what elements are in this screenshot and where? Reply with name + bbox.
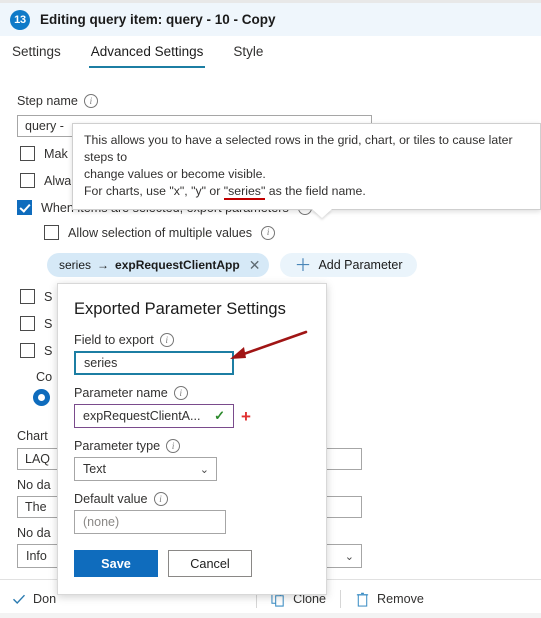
tab-advanced-settings[interactable]: Advanced Settings <box>88 42 206 68</box>
default-value-label: Default value i <box>74 492 310 506</box>
remove-label: Remove <box>377 592 424 606</box>
always-show-label: Alwa <box>44 173 72 188</box>
plus-icon: ＋ <box>294 255 312 275</box>
field-to-export-label-text: Field to export <box>74 333 154 347</box>
field-to-export-input[interactable]: series <box>74 351 234 375</box>
info-icon[interactable]: i <box>261 225 276 240</box>
make-this-item-label: Mak <box>44 146 68 161</box>
info-icon[interactable]: i <box>83 94 98 108</box>
default-value-input[interactable]: (none) <box>74 510 226 534</box>
parameter-name-input[interactable]: expRequestClientA... ✓ <box>74 404 234 428</box>
check-icon <box>12 594 26 605</box>
parameter-pill-row: series → expRequestClientApp ✕ ＋ Add Par… <box>47 253 417 277</box>
step-name-label: Step name i <box>17 94 98 108</box>
tooltip-line-3-pre: For charts, use "x", "y" or <box>84 184 224 198</box>
info-icon[interactable]: i <box>166 439 181 453</box>
parameter-type-value: Text <box>83 462 106 476</box>
add-parameter-button[interactable]: ＋ Add Parameter <box>280 253 417 277</box>
allow-multiple-checkbox-row[interactable]: Allow selection of multiple values i <box>44 225 276 240</box>
toolbar-divider <box>340 590 342 608</box>
conditionally-visible-label: Co <box>36 370 53 384</box>
chart-label: Chart <box>17 429 48 443</box>
window-bottom-strip <box>0 613 541 618</box>
hidden-checkbox-3[interactable] <box>20 343 35 358</box>
tooltip-line-3-post: as the field name. <box>265 184 366 198</box>
info-icon[interactable]: i <box>153 492 168 506</box>
no-data-label-2: No da <box>17 526 51 540</box>
allow-multiple-checkbox[interactable] <box>44 225 59 240</box>
hidden-checkbox-label-2: S <box>44 316 53 331</box>
hidden-checkbox-row-3[interactable]: S <box>20 343 52 358</box>
parameter-type-label-text: Parameter type <box>74 439 161 453</box>
hidden-checkbox-1[interactable] <box>20 289 35 304</box>
tooltip-series-highlight: "series" <box>223 184 266 200</box>
default-value-label-text: Default value <box>74 492 148 506</box>
chevron-down-icon: ⌄ <box>199 463 209 476</box>
parameter-type-label: Parameter type i <box>74 439 310 453</box>
screenshot-root: 13 Editing query item: query - 10 - Copy… <box>0 0 541 618</box>
parameter-name-value: expRequestClientA... <box>83 409 201 423</box>
tooltip-line-3: For charts, use "x", "y" or "series" as … <box>84 183 529 200</box>
annotation-arrow-icon <box>230 330 308 359</box>
trash-icon <box>356 592 369 607</box>
allow-multiple-label: Allow selection of multiple values <box>68 225 253 240</box>
exported-parameter-pill[interactable]: series → expRequestClientApp ✕ <box>47 253 270 277</box>
tooltip-line-1: This allows you to have a selected rows … <box>84 133 513 164</box>
save-button[interactable]: Save <box>74 550 158 577</box>
pill-parameter-name: expRequestClientApp <box>115 258 240 272</box>
hidden-checkbox-label-1: S <box>44 289 53 304</box>
parameter-name-row: expRequestClientA... ✓ + <box>74 404 310 428</box>
pill-field-name: series <box>59 258 92 272</box>
tab-style[interactable]: Style <box>231 42 265 68</box>
hidden-checkbox-row-2[interactable]: S <box>20 316 52 331</box>
page-title: Editing query item: query - 10 - Copy <box>40 12 276 27</box>
dialog-actions: Save Cancel <box>74 550 310 577</box>
make-this-item-checkbox[interactable] <box>20 146 35 161</box>
tab-bar: Settings Advanced Settings Style <box>0 42 541 74</box>
make-this-item-checkbox-row[interactable]: Mak <box>20 146 68 161</box>
info-icon[interactable]: i <box>159 333 174 347</box>
done-editing-button[interactable]: Don <box>12 592 56 606</box>
done-editing-label: Don <box>33 592 57 606</box>
export-parameters-checkbox[interactable] <box>17 200 32 215</box>
info-icon[interactable]: i <box>173 386 188 400</box>
remove-button[interactable]: Remove <box>355 592 424 607</box>
hidden-checkbox-label-3: S <box>44 343 53 358</box>
hidden-checkbox-2[interactable] <box>20 316 35 331</box>
check-icon: ✓ <box>214 408 225 423</box>
parameter-name-label: Parameter name i <box>74 386 310 400</box>
always-show-checkbox-row[interactable]: Alwa <box>20 173 71 188</box>
export-parameters-tooltip: This allows you to have a selected rows … <box>72 123 541 218</box>
dialog-title: Exported Parameter Settings <box>74 300 286 318</box>
conditionally-visible-radio[interactable] <box>33 389 50 406</box>
close-icon[interactable]: ✕ <box>249 258 261 272</box>
step-number-badge: 13 <box>10 9 30 30</box>
tooltip-pointer <box>312 209 332 218</box>
parameter-type-select[interactable]: Text ⌄ <box>74 457 217 481</box>
step-name-label-text: Step name <box>17 94 78 108</box>
no-data-select-2-value: Info <box>26 549 47 563</box>
add-parameter-name-icon[interactable]: + <box>241 408 251 425</box>
hidden-checkbox-row-1[interactable]: S <box>20 289 52 304</box>
tab-settings[interactable]: Settings <box>10 42 63 68</box>
cancel-button[interactable]: Cancel <box>168 550 252 577</box>
add-parameter-label: Add Parameter <box>318 258 403 272</box>
editor-header: 13 Editing query item: query - 10 - Copy <box>0 3 541 36</box>
tooltip-line-2: change values or become visible. <box>84 167 266 181</box>
chevron-down-icon: ⌄ <box>344 550 354 563</box>
arrow-icon: → <box>97 258 110 272</box>
always-show-checkbox[interactable] <box>20 173 35 188</box>
no-data-label-1: No da <box>17 478 51 492</box>
parameter-name-label-text: Parameter name <box>74 386 168 400</box>
